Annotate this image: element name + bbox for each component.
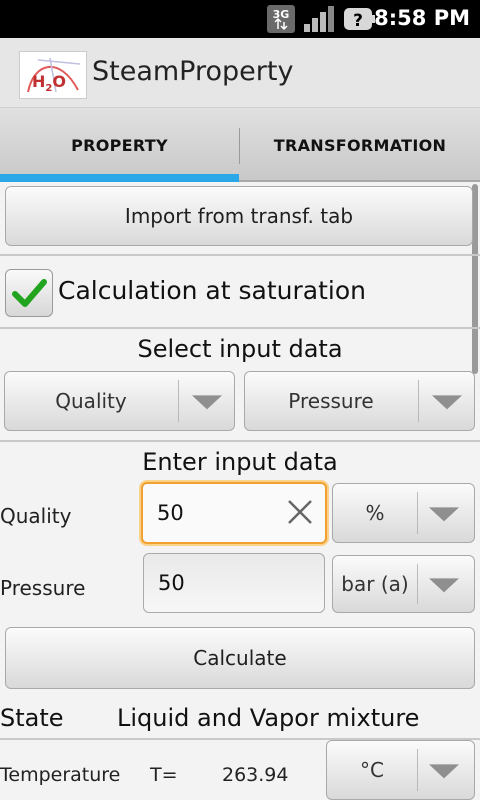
network-badge: 3G [273, 8, 290, 21]
chevron-down-icon [429, 507, 459, 522]
steam-diagram-icon: H2O [27, 57, 81, 94]
divider [0, 440, 480, 442]
pressure-unit-select[interactable]: bar (a) [332, 555, 475, 613]
app-title: SteamProperty [92, 56, 294, 87]
network-3g-icon: 3G [267, 5, 295, 33]
clear-icon[interactable] [285, 497, 315, 527]
tab-bar: PROPERTY TRANSFORMATION [0, 108, 480, 182]
temperature-unit-select[interactable]: °C [326, 740, 475, 800]
status-time: 8:58 PM [374, 6, 470, 30]
tab-selected-indicator [0, 174, 239, 182]
app-title-bar: H2O SteamProperty [0, 38, 480, 108]
chevron-down-icon [429, 764, 459, 779]
spinner-separator [417, 564, 418, 604]
status-bar: 3G ? 8:58 PM [0, 0, 480, 38]
spinner-separator [178, 380, 179, 422]
chevron-down-icon [432, 395, 462, 410]
chevron-down-icon [429, 578, 459, 593]
calculate-button[interactable]: Calculate [5, 627, 475, 689]
quality-input[interactable]: 50 [141, 482, 327, 544]
spinner-separator [417, 492, 418, 534]
svg-text:H2O: H2O [32, 72, 66, 94]
pressure-unit-value: bar (a) [341, 572, 409, 596]
state-label: State [0, 704, 64, 732]
quality-unit-select[interactable]: % [332, 483, 475, 543]
svg-text:?: ? [353, 11, 363, 31]
signal-strength-icon [304, 6, 334, 32]
spinner-separator [417, 749, 418, 791]
import-button[interactable]: Import from transf. tab [5, 186, 473, 246]
divider [0, 327, 480, 329]
quality-input-value: 50 [157, 501, 184, 525]
pressure-input[interactable]: 50 [143, 553, 325, 613]
saturation-label: Calculation at saturation [58, 276, 366, 305]
pressure-label: Pressure [0, 576, 86, 600]
state-value: Liquid and Vapor mixture [117, 704, 420, 732]
divider [0, 254, 480, 256]
quality-label: Quality [0, 504, 72, 528]
spinner-separator [418, 380, 419, 422]
import-button-label: Import from transf. tab [124, 204, 354, 228]
enter-input-title: Enter input data [142, 448, 338, 476]
temperature-symbol: T= [150, 764, 178, 786]
quality-unit-value: % [365, 501, 385, 525]
calculate-button-label: Calculate [193, 646, 287, 670]
tab-transformation-label: TRANSFORMATION [273, 135, 447, 155]
temperature-label: Temperature [0, 764, 121, 786]
first-input-select[interactable]: Quality [4, 371, 235, 431]
temperature-unit-value: °C [360, 758, 384, 782]
tab-property[interactable]: PROPERTY [0, 108, 239, 182]
temperature-value: 263.94 [222, 764, 289, 786]
first-input-value: Quality [55, 389, 127, 413]
pressure-input-value: 50 [158, 571, 185, 595]
tab-property-label: PROPERTY [71, 135, 168, 155]
tab-transformation[interactable]: TRANSFORMATION [240, 108, 480, 182]
battery-unknown-icon: ? [344, 8, 375, 31]
chevron-down-icon [192, 395, 222, 410]
second-input-value: Pressure [288, 389, 374, 413]
second-input-select[interactable]: Pressure [244, 371, 475, 431]
select-input-title: Select input data [137, 335, 343, 363]
check-mark-icon [12, 279, 47, 307]
app-logo: H2O [19, 51, 87, 99]
saturation-checkbox[interactable] [5, 269, 53, 317]
